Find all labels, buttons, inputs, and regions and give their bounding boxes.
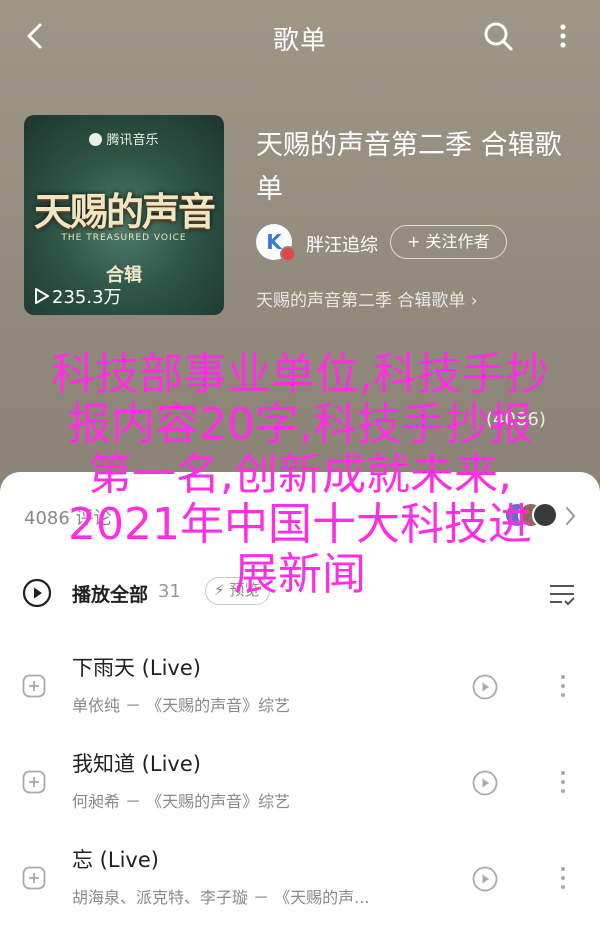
cover-subtitle: THE TREASURED VOICE (61, 233, 187, 243)
play-circle-icon[interactable] (22, 578, 52, 608)
avatar (532, 502, 558, 528)
playlist-sheet: 4086 评论 播放全部 31 ⚡ 预览 下雨天 (Live) 单依纯 － 《天… (0, 472, 600, 931)
artist-name[interactable]: 胖汪追综 (306, 231, 378, 257)
album-cover[interactable]: 腾讯音乐 天赐的声音 THE TREASURED VOICE 合辑 235.3万 (24, 115, 224, 315)
preview-label: 预览 (229, 581, 260, 599)
album-subtitle-link[interactable]: 天赐的声音第二季 合辑歌单 › (256, 286, 478, 311)
comment-row[interactable]: 4086 评论 (24, 496, 584, 536)
multi-select-icon[interactable] (548, 582, 576, 608)
play-all-label[interactable]: 播放全部 (72, 580, 148, 607)
song-title: 下雨天 (Live) (72, 656, 201, 680)
preview-button[interactable]: ⚡ 预览 (205, 577, 271, 605)
comment-count: 4086 评论 (24, 508, 112, 529)
more-vertical-icon[interactable] (548, 18, 578, 54)
song-title: 忘 (Live) (72, 848, 159, 872)
more-vertical-icon[interactable] (556, 768, 570, 796)
play-all-count: 31 (158, 581, 181, 602)
share-count[interactable]: (4086) (486, 409, 546, 430)
top-bar: 歌单 (0, 0, 600, 72)
song-row[interactable]: 我知道 (Live) 何昶希 － 《天赐的声音》综艺 (0, 734, 600, 830)
play-all-row[interactable]: 播放全部 31 ⚡ 预览 (0, 568, 600, 620)
play-count: 235.3万 (34, 283, 122, 309)
overlay-line: 科技部事业单位,科技手抄 (51, 349, 549, 400)
mv-play-icon[interactable] (472, 866, 498, 892)
mv-play-icon[interactable] (472, 674, 498, 700)
song-meta: 何昶希 － 《天赐的声音》综艺 (72, 792, 291, 811)
song-row[interactable]: 下雨天 (Live) 单依纯 － 《天赐的声音》综艺 (0, 638, 600, 734)
add-to-playlist-icon[interactable] (22, 674, 46, 698)
stats-row: (4086) (24, 404, 580, 440)
cover-logo: 天赐的声音 (33, 189, 216, 234)
album-title: 天赐的声音第二季 合辑歌单 (256, 130, 562, 205)
mv-play-icon[interactable] (472, 770, 498, 796)
play-count-value: 235.3万 (52, 287, 122, 308)
more-vertical-icon[interactable] (556, 864, 570, 892)
add-to-playlist-icon[interactable] (22, 770, 46, 794)
verified-badge-icon (280, 246, 296, 262)
follow-author-button[interactable]: + 关注作者 (390, 225, 507, 259)
play-triangle-icon (35, 288, 49, 304)
cover-brand: 腾讯音乐 (24, 129, 224, 148)
chevron-right-icon[interactable] (564, 504, 578, 528)
more-vertical-icon[interactable] (556, 672, 570, 700)
brand-logo-icon (89, 133, 103, 146)
lightning-icon: ⚡ (214, 581, 225, 599)
song-row[interactable]: 忘 (Live) 胡海泉、派克特、李子璇 － 《天赐的声... (0, 830, 600, 926)
song-meta: 单依纯 － 《天赐的声音》综艺 (72, 696, 291, 715)
song-meta: 胡海泉、派克特、李子璇 － 《天赐的声... (72, 888, 370, 907)
add-to-playlist-icon[interactable] (22, 866, 46, 890)
search-icon[interactable] (480, 18, 516, 54)
song-title: 我知道 (Live) (72, 752, 201, 776)
cover-brand-text: 腾讯音乐 (106, 133, 159, 148)
